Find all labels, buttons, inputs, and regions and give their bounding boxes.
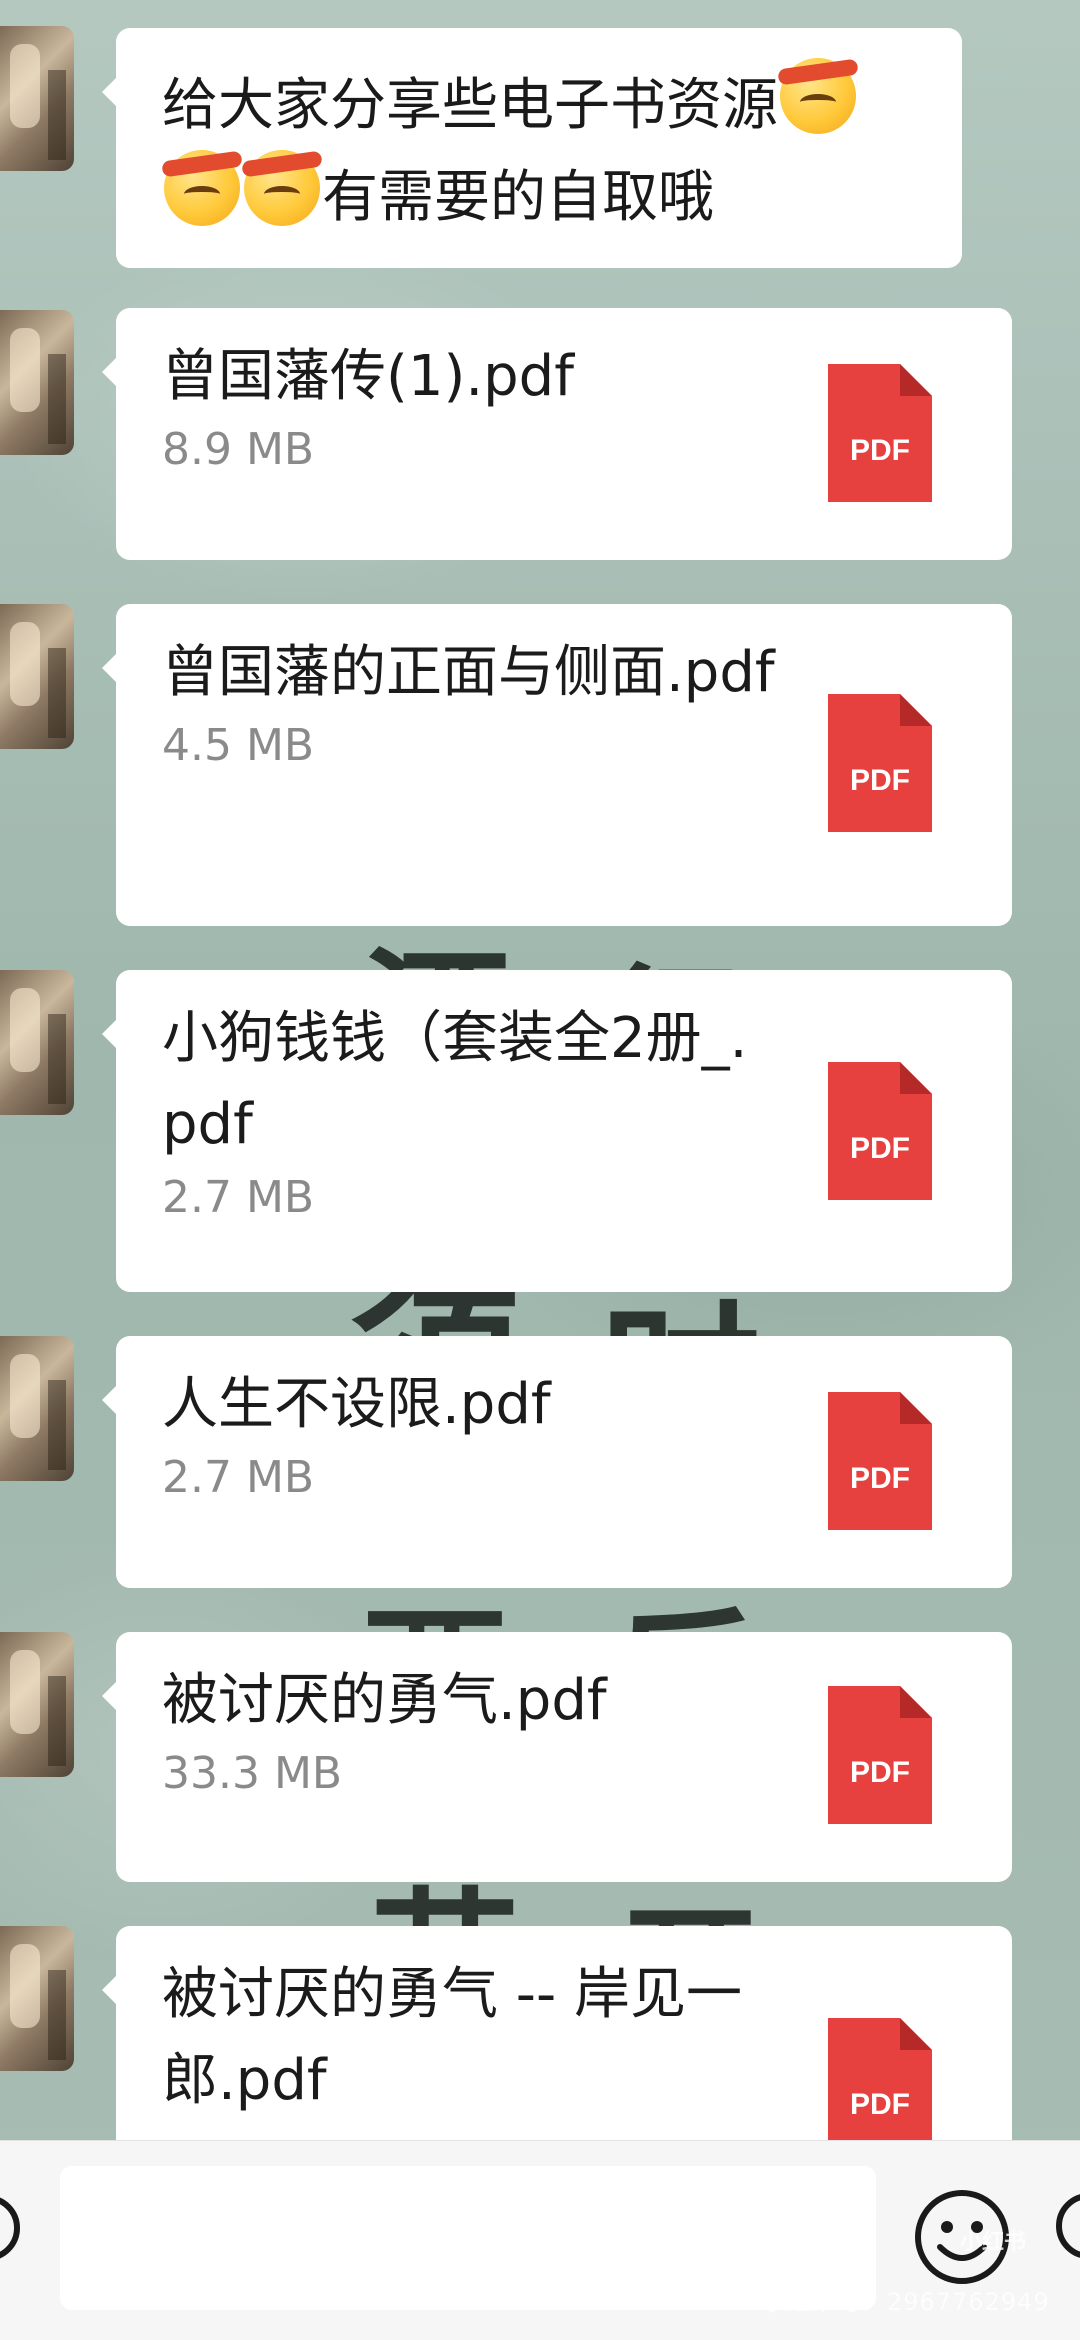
- file-message-bubble[interactable]: 被讨厌的勇气 -- 岸见一郎.pdf PDF: [102, 1926, 1012, 2166]
- pdf-file-icon: PDF: [828, 1392, 932, 1530]
- watermark-logo: 小红书: [960, 2230, 1027, 2255]
- pdf-icon-label: PDF: [850, 434, 910, 467]
- shushing-face-emoji-icon: [164, 150, 240, 226]
- file-message-bubble[interactable]: 被讨厌的勇气.pdf 33.3 MB PDF: [102, 1632, 1012, 1882]
- sender-avatar[interactable]: [0, 310, 74, 455]
- voice-icon[interactable]: [0, 2195, 20, 2261]
- pdf-file-icon: PDF: [828, 1686, 932, 1824]
- shushing-face-emoji-icon: [780, 58, 856, 134]
- sender-avatar[interactable]: [0, 26, 74, 171]
- pdf-icon-label: PDF: [850, 1756, 910, 1789]
- file-name: 曾国藩的正面与侧面.pdf: [162, 640, 775, 705]
- pdf-file-icon: PDF: [828, 2018, 932, 2156]
- file-name: 人生不设限.pdf: [162, 1372, 551, 1437]
- shushing-face-emoji-icon: [244, 150, 320, 226]
- file-message-bubble[interactable]: 曾国藩传(1).pdf 8.9 MB PDF: [102, 308, 1012, 560]
- pdf-file-icon: PDF: [828, 364, 932, 502]
- message-line-2: 有需要的自取哦: [162, 150, 912, 242]
- file-name: 曾国藩传(1).pdf: [162, 344, 574, 409]
- sender-avatar[interactable]: [0, 1336, 74, 1481]
- message-input[interactable]: [60, 2166, 876, 2310]
- sender-avatar[interactable]: [0, 970, 74, 1115]
- sender-avatar[interactable]: [0, 1926, 74, 2071]
- text-message-bubble[interactable]: 给大家分享些电子书资源 有需要的自取哦: [102, 28, 962, 268]
- file-name: 小狗钱钱（套装全2册_.pdf: [162, 1006, 748, 1157]
- pdf-icon-label: PDF: [850, 764, 910, 797]
- file-message-bubble[interactable]: 曾国藩的正面与侧面.pdf 4.5 MB PDF: [102, 604, 1012, 926]
- file-name: 被讨厌的勇气 -- 岸见一郎.pdf: [162, 1962, 743, 2113]
- pdf-file-icon: PDF: [828, 694, 932, 832]
- pdf-icon-label: PDF: [850, 1462, 910, 1495]
- file-message-bubble[interactable]: 人生不设限.pdf 2.7 MB PDF: [102, 1336, 1012, 1588]
- file-name: 被讨厌的勇气.pdf: [162, 1668, 607, 1733]
- sender-avatar[interactable]: [0, 604, 74, 749]
- pdf-icon-label: PDF: [850, 2088, 910, 2121]
- pdf-icon-label: PDF: [850, 1132, 910, 1165]
- sender-avatar[interactable]: [0, 1632, 74, 1777]
- pdf-file-icon: PDF: [828, 1062, 932, 1200]
- watermark-text: 小红书号：2967762949: [762, 2288, 1050, 2316]
- plus-icon[interactable]: [1056, 2193, 1080, 2259]
- file-message-bubble[interactable]: 小狗钱钱（套装全2册_.pdf 2.7 MB PDF: [102, 970, 1012, 1292]
- message-line-1: 给大家分享些电子书资源: [162, 58, 912, 150]
